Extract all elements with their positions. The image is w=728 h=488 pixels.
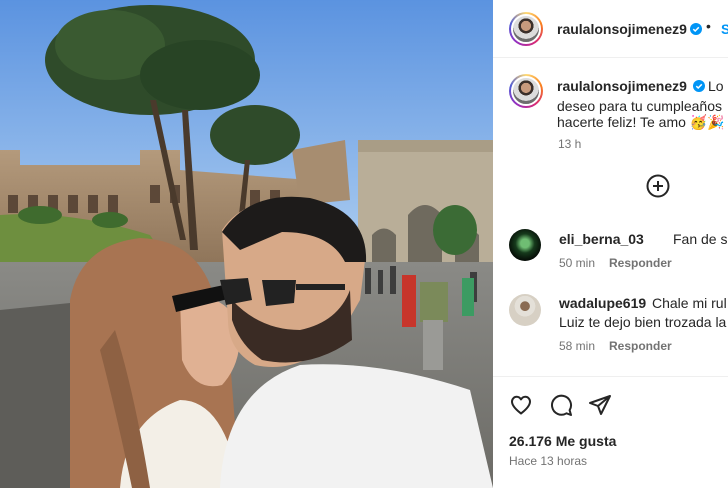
comment-username[interactable]: eli_berna_03 [559,231,644,247]
reply-button[interactable]: Responder [609,339,672,353]
caption-author-avatar[interactable] [509,74,543,108]
follow-button[interactable]: S [721,21,728,37]
comment-avatar[interactable] [509,294,541,326]
comment-timestamp[interactable]: 58 min [559,339,595,353]
reply-button[interactable]: Responder [609,256,672,270]
comment-timestamp[interactable]: 50 min [559,256,595,270]
plus-circle-icon[interactable] [646,174,670,198]
author-avatar[interactable] [509,12,543,46]
comment-text: Fan de su re [673,231,728,247]
paper-plane-icon[interactable] [588,393,612,417]
post-actions-bar: 26.176 Me gusta Hace 13 horas [493,376,728,488]
heart-icon[interactable] [509,393,533,417]
comment-avatar[interactable] [509,229,541,261]
author-username[interactable]: raulalonsojimenez9 [557,21,687,37]
post-photo[interactable] [0,0,493,488]
comment-bubble-icon[interactable] [549,393,573,417]
post-side-panel: raulalonsojimenez9 • S raulalonsojimenez… [493,0,728,488]
caption-author-username[interactable]: raulalonsojimenez9 [557,78,687,94]
post-header: raulalonsojimenez9 • S [493,0,728,58]
likes-count[interactable]: 26.176 Me gusta [509,433,616,449]
caption-text-line-3: hacerte feliz! Te amo 🥳🎉 [557,114,725,130]
comment-username[interactable]: wadalupe619 [559,295,646,311]
post-date[interactable]: Hace 13 horas [509,454,587,468]
couple-kissing-colosseum-photo [0,0,493,488]
caption-text-line-1: Lo [708,78,724,94]
separator-dot: • [706,18,711,34]
verified-badge-icon [693,80,705,92]
caption-timestamp[interactable]: 13 h [558,137,581,151]
comment-text-line-2: Luiz te dejo bien trozada la [559,314,727,330]
comment-text: Chale mi rul [652,295,727,311]
verified-badge-icon [690,23,702,35]
